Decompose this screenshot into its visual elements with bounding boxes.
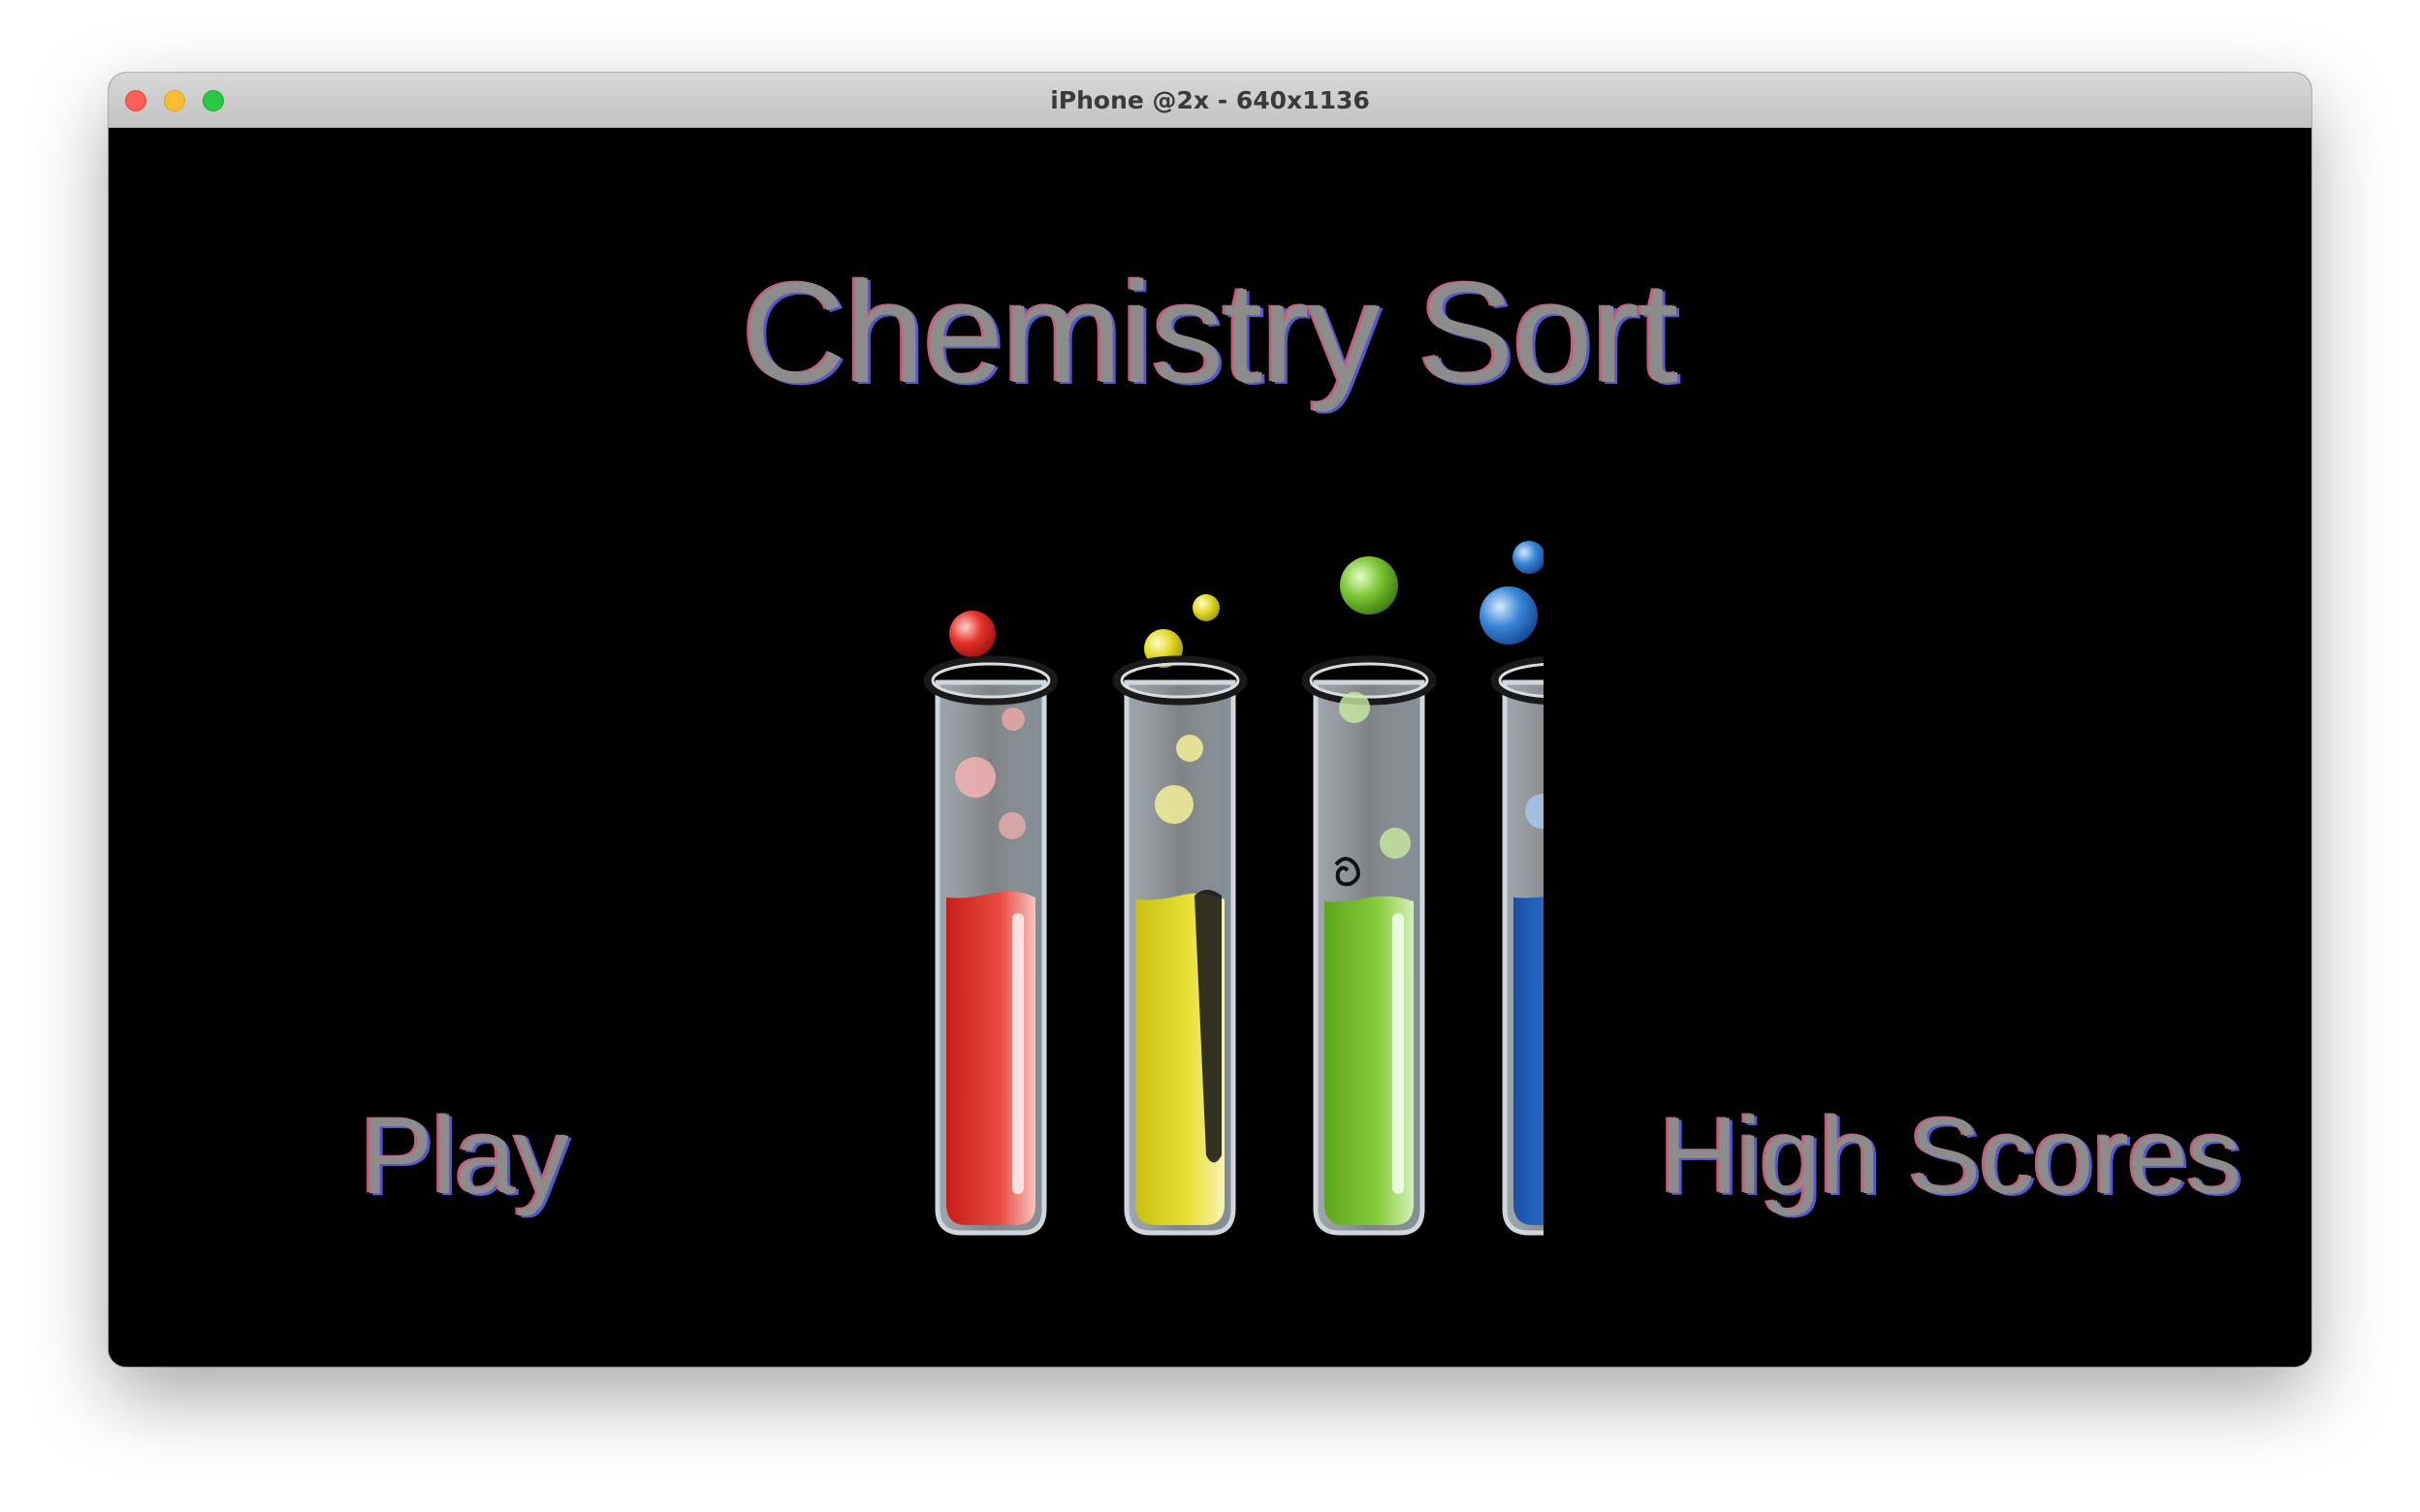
test-tubes-illustration xyxy=(923,541,1544,1236)
title-bar[interactable]: iPhone @2x - 640x1136 xyxy=(109,73,2311,128)
red-tube xyxy=(923,611,1059,1236)
yellow-tube xyxy=(1112,594,1248,1236)
simulator-window: iPhone @2x - 640x1136 Chemistry Sort Pla… xyxy=(109,73,2311,1367)
play-button[interactable]: Play xyxy=(361,1102,569,1211)
blue-tube xyxy=(1480,541,1544,1236)
desktop: iPhone @2x - 640x1136 Chemistry Sort Pla… xyxy=(0,0,2420,1512)
green-tube xyxy=(1301,556,1437,1236)
game-title: Chemistry Sort xyxy=(742,253,1679,413)
game-screen: Chemistry Sort Play High Scores xyxy=(109,128,2311,1367)
window-title: iPhone @2x - 640x1136 xyxy=(1050,86,1370,114)
high-scores-button[interactable]: High Scores xyxy=(1660,1102,2242,1211)
